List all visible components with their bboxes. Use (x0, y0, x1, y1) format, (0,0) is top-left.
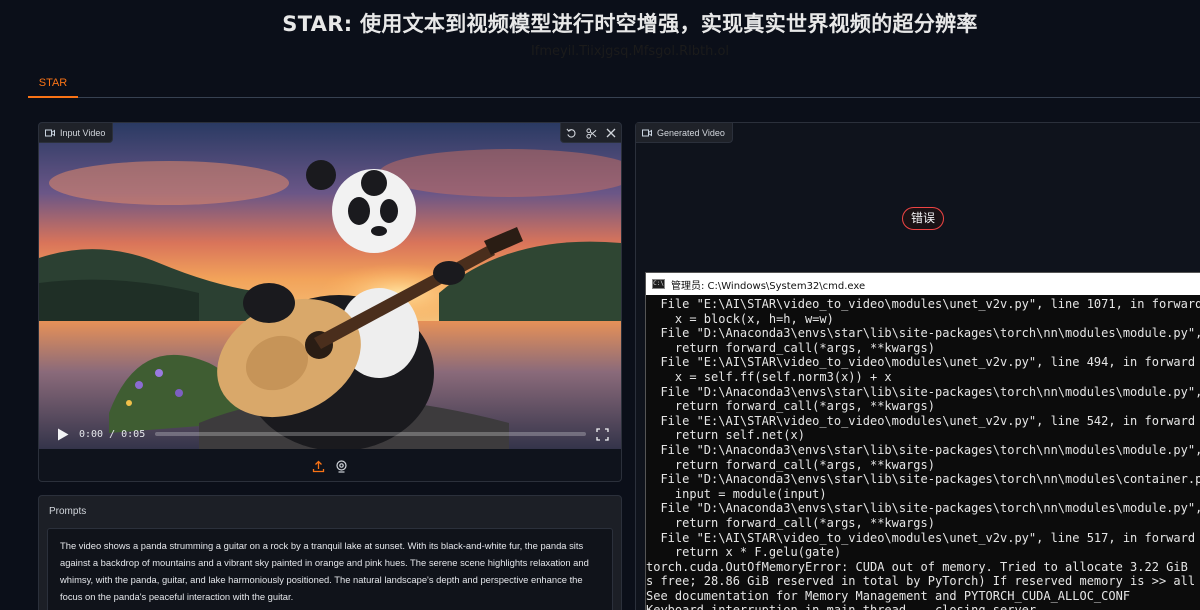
console-window[interactable]: C:\ 管理员: C:\Windows\System32\cmd.exe Fil… (645, 272, 1200, 610)
console-line: File "E:\AI\STAR\video_to_video\modules\… (646, 297, 1200, 311)
console-line: return forward_call(*args, **kwargs) (646, 515, 935, 530)
video-frame-image (39, 123, 621, 449)
input-video-player[interactable]: Input Video 0:00 / 0:05 (39, 123, 621, 449)
prompts-panel: Prompts The video shows a panda strummin… (38, 495, 622, 610)
console-line: See documentation for Memory Management … (646, 588, 1131, 603)
webcam-icon[interactable] (335, 459, 348, 473)
console-line: File "E:\AI\STAR\video_to_video\modules\… (646, 355, 1196, 370)
scissors-icon (585, 127, 596, 139)
video-progress-bar[interactable] (155, 432, 586, 436)
console-line: x = block(x, h=h, w=w) (646, 311, 834, 326)
video-camera-icon (45, 129, 55, 136)
console-line: return self.net(x) (646, 428, 805, 443)
console-line: File "D:\Anaconda3\envs\star\lib\site-pa… (646, 384, 1200, 399)
page-title: STAR: 使用文本到视频模型进行时空增强，实现真实世界视频的超分辨率 (282, 12, 978, 36)
close-icon (606, 128, 616, 138)
input-video-label: Input Video (39, 123, 114, 143)
fullscreen-icon[interactable] (596, 427, 609, 441)
clear-button[interactable] (601, 123, 621, 143)
error-badge: 错误 (902, 207, 945, 230)
input-video-panel: Input Video 0:00 / 0:05 (38, 122, 622, 482)
console-titlebar[interactable]: C:\ 管理员: C:\Windows\System32\cmd.exe (646, 273, 1200, 295)
undo-icon (565, 128, 575, 138)
video-time-display: 0:00 / 0:05 (79, 428, 146, 440)
console-line: torch.cuda.OutOfMemoryError: CUDA out of… (646, 559, 1188, 574)
prompts-title: Prompts (49, 506, 87, 517)
console-line: return forward_call(*args, **kwargs) (646, 399, 935, 414)
tab-bar: STAR (28, 70, 1200, 98)
video-controls: 0:00 / 0:05 (39, 419, 621, 449)
console-line: return forward_call(*args, **kwargs) (646, 340, 935, 355)
page-subtitle: Ifmeyil.Tiixjgsq.Mfsgol.Rlbth.ol (530, 44, 730, 59)
console-line: Keyboard interruption in main thread... … (646, 603, 1200, 610)
console-title: 管理员: C:\Windows\System32\cmd.exe (671, 280, 866, 292)
console-line: File "D:\Anaconda3\envs\star\lib\site-pa… (646, 442, 1200, 457)
prompt-textarea[interactable]: The video shows a panda strumming a guit… (47, 528, 613, 610)
generated-video-label: Generated Video (636, 123, 733, 143)
console-icon: C:\ (652, 279, 665, 289)
console-line: File "D:\Anaconda3\envs\star\lib\site-pa… (646, 501, 1200, 516)
console-line: File "D:\Anaconda3\envs\star\lib\site-pa… (646, 326, 1200, 341)
console-line: File "D:\Anaconda3\envs\star\lib\site-pa… (646, 472, 1200, 487)
console-line: s free; 28.86 GiB reserved in total by P… (646, 574, 1196, 589)
undo-button[interactable] (561, 123, 581, 143)
play-icon[interactable] (57, 428, 69, 441)
console-line: return x * F.gelu(gate) (646, 545, 842, 560)
tab-star[interactable]: STAR (28, 70, 78, 98)
console-line: File "E:\AI\STAR\video_to_video\modules\… (646, 413, 1196, 428)
trim-button[interactable] (581, 123, 601, 143)
console-line: File "E:\AI\STAR\video_to_video\modules\… (646, 530, 1196, 545)
media-toolbar (560, 123, 621, 143)
console-line: x = self.ff(self.norm3(x)) + x (646, 369, 892, 384)
video-camera-icon (642, 129, 652, 136)
console-line: input = module(input) (646, 486, 827, 501)
source-selector (39, 455, 621, 477)
upload-icon[interactable] (312, 460, 325, 473)
console-line: return forward_call(*args, **kwargs) (646, 457, 935, 472)
console-output: File "E:\AI\STAR\video_to_video\modules\… (646, 295, 1200, 610)
generated-video-label-text: Generated Video (657, 127, 725, 138)
input-video-label-text: Input Video (60, 127, 106, 138)
